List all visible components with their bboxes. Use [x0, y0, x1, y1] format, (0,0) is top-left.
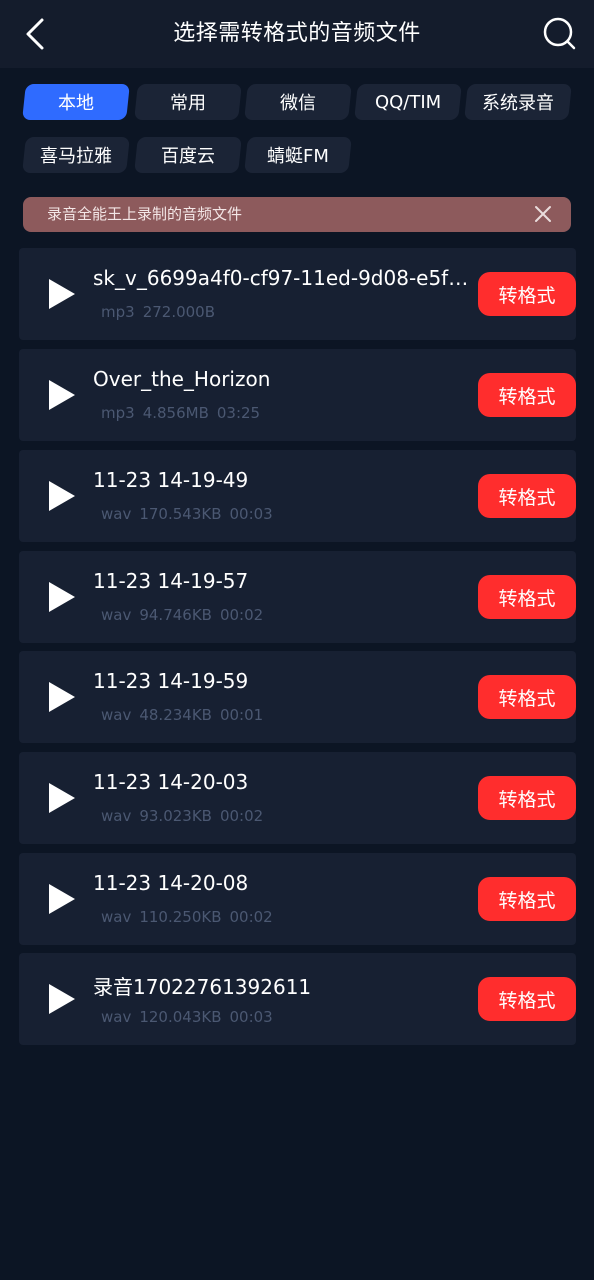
page-title: 选择需转格式的音频文件 [173, 21, 421, 46]
convert-button[interactable]: 转格式 [478, 373, 576, 417]
convert-button[interactable]: 转格式 [478, 776, 576, 820]
play-icon[interactable] [43, 377, 79, 413]
convert-button[interactable]: 转格式 [478, 575, 576, 619]
file-name: 11-23 14-20-08 [93, 871, 249, 895]
convert-button[interactable]: 转格式 [478, 877, 576, 921]
list-item[interactable]: 11-23 14-20-08 wav 110.250KB 00:02 转格式 [19, 853, 576, 945]
tab-label: 喜马拉雅 [40, 146, 112, 167]
file-duration: 00:01 [219, 706, 264, 724]
file-duration: 00:02 [219, 606, 264, 624]
file-name: Over_the_Horizon [93, 367, 271, 391]
play-icon[interactable] [43, 981, 79, 1017]
file-name: 11-23 14-19-49 [93, 468, 249, 492]
file-meta: wav 48.234KB 00:01 [101, 706, 271, 724]
file-duration: 00:03 [229, 1008, 273, 1026]
convert-button[interactable]: 转格式 [478, 977, 576, 1021]
search-icon [543, 17, 576, 50]
file-format: wav [101, 1008, 132, 1026]
file-size: 110.250KB [139, 908, 222, 926]
file-duration: 00:02 [229, 908, 273, 926]
file-duration: 00:03 [229, 505, 273, 523]
file-format: mp3 [101, 303, 135, 321]
tab-wechat[interactable]: 微信 [244, 84, 352, 120]
list-item[interactable]: 11-23 14-19-59 wav 48.234KB 00:01 转格式 [19, 651, 576, 743]
list-item[interactable]: 录音17022761392611 wav 120.043KB 00:03 转格式 [19, 953, 576, 1045]
file-meta: wav 94.746KB 00:02 [101, 606, 271, 624]
list-item[interactable]: 11-23 14-20-03 wav 93.023KB 00:02 转格式 [19, 752, 576, 844]
file-format: mp3 [101, 404, 135, 422]
play-icon[interactable] [43, 579, 79, 615]
search-button[interactable] [538, 12, 582, 56]
file-name: 11-23 14-20-03 [93, 770, 249, 794]
tab-system-recording[interactable]: 系统录音 [464, 84, 572, 120]
file-format: wav [101, 807, 132, 825]
play-icon[interactable] [43, 780, 79, 816]
tab-label: 百度云 [161, 146, 215, 167]
file-name: 11-23 14-19-57 [93, 569, 249, 593]
notice-text: 录音全能王上录制的音频文件 [47, 205, 243, 223]
file-meta: wav 110.250KB 00:02 [101, 908, 281, 926]
list-item[interactable]: 11-23 14-19-49 wav 170.543KB 00:03 转格式 [19, 450, 576, 542]
file-name: sk_v_6699a4f0-cf97-11ed-9d08-e5fc8… [93, 266, 473, 290]
tab-baidu-cloud[interactable]: 百度云 [134, 137, 242, 173]
play-icon[interactable] [43, 478, 79, 514]
tab-label: 微信 [280, 93, 316, 114]
tab-frequent[interactable]: 常用 [134, 84, 242, 120]
play-icon[interactable] [43, 276, 79, 312]
file-size: 94.746KB [139, 606, 212, 624]
file-format: wav [101, 606, 132, 624]
play-icon[interactable] [43, 881, 79, 917]
close-icon[interactable] [533, 204, 553, 224]
file-size: 48.234KB [139, 706, 212, 724]
tab-local[interactable]: 本地 [22, 84, 130, 120]
file-size: 120.043KB [139, 1008, 222, 1026]
play-icon[interactable] [43, 679, 79, 715]
tab-label: 本地 [58, 93, 94, 114]
file-duration: 00:02 [219, 807, 264, 825]
file-name: 录音17022761392611 [93, 975, 312, 999]
tab-qq-tim[interactable]: QQ/TIM [354, 84, 462, 120]
file-meta: mp3 4.856MB 03:25 [101, 404, 268, 422]
header-bar: 选择需转格式的音频文件 [0, 0, 594, 68]
list-item[interactable]: Over_the_Horizon mp3 4.856MB 03:25 转格式 [19, 349, 576, 441]
file-size: 4.856MB [142, 404, 209, 422]
file-meta: wav 93.023KB 00:02 [101, 807, 271, 825]
tab-label: 系统录音 [482, 93, 554, 114]
tab-qingting-fm[interactable]: 蜻蜓FM [244, 137, 352, 173]
list-item[interactable]: sk_v_6699a4f0-cf97-11ed-9d08-e5fc8… mp3 2… [19, 248, 576, 340]
tab-label: QQ/TIM [374, 91, 442, 113]
tab-ximalaya[interactable]: 喜马拉雅 [22, 137, 130, 173]
file-format: wav [101, 908, 132, 926]
file-duration: 03:25 [216, 404, 261, 422]
file-format: wav [101, 706, 132, 724]
file-meta: mp3 272.000B [101, 303, 231, 321]
file-size: 272.000B [142, 303, 216, 321]
tab-label: 常用 [170, 93, 206, 114]
file-size: 93.023KB [139, 807, 212, 825]
convert-button[interactable]: 转格式 [478, 272, 576, 316]
notice-banner: 录音全能王上录制的音频文件 [23, 197, 571, 232]
tab-label: 蜻蜓FM [267, 146, 329, 167]
file-meta: wav 120.043KB 00:03 [101, 1008, 281, 1026]
convert-button[interactable]: 转格式 [478, 474, 576, 518]
list-item[interactable]: 11-23 14-19-57 wav 94.746KB 00:02 转格式 [19, 551, 576, 643]
file-size: 170.543KB [139, 505, 222, 523]
convert-button[interactable]: 转格式 [478, 675, 576, 719]
file-meta: wav 170.543KB 00:03 [101, 505, 281, 523]
file-format: wav [101, 505, 132, 523]
file-name: 11-23 14-19-59 [93, 669, 249, 693]
